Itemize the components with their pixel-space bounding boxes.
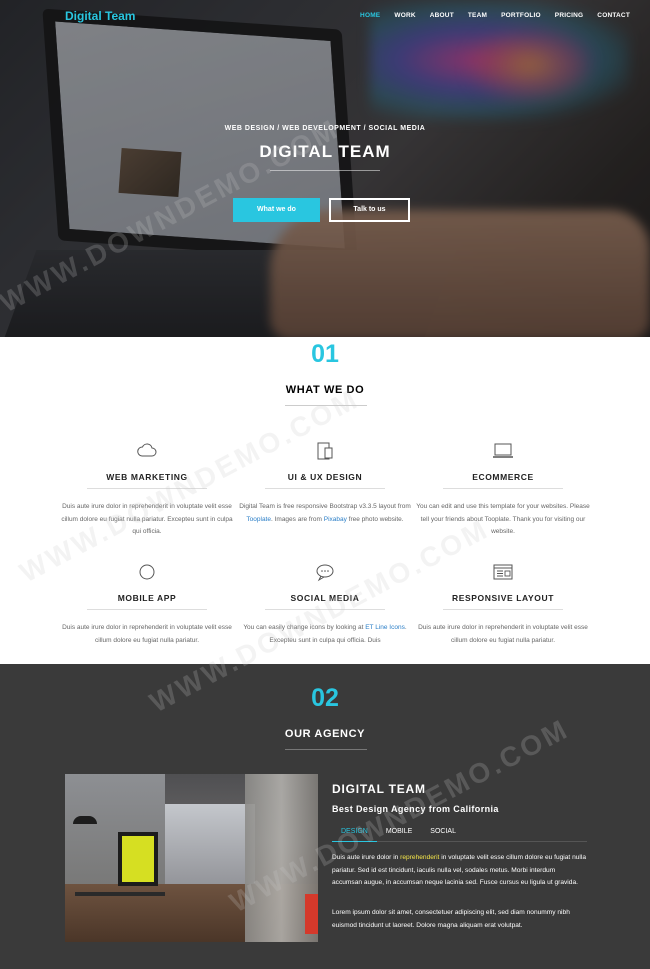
service-name: WEB MARKETING bbox=[106, 472, 188, 482]
nav-link-contact[interactable]: CONTACT bbox=[597, 12, 630, 19]
agency-paragraph-1: Duis aute irure dolor in reprehenderit i… bbox=[332, 854, 587, 886]
mobile-icon bbox=[314, 440, 336, 462]
service-ecommerce: ECOMMERCE You can edit and use this temp… bbox=[413, 440, 593, 539]
what-we-do-button[interactable]: What we do bbox=[233, 198, 320, 222]
section-number: 02 bbox=[311, 684, 339, 712]
hero-banner: Digital Team HOME WORK ABOUT TEAM PORTFO… bbox=[0, 0, 650, 337]
service-name: UI & UX DESIGN bbox=[287, 472, 363, 482]
tab-design[interactable]: DESIGN bbox=[332, 824, 377, 842]
pixabay-link[interactable]: Pixabay bbox=[324, 516, 347, 523]
hero-subtitle: WEB DESIGN / WEB DEVELOPMENT / SOCIAL ME… bbox=[224, 125, 426, 132]
agency-office-photo bbox=[65, 774, 318, 942]
tab-social[interactable]: SOCIAL bbox=[421, 824, 465, 842]
nav-link-work[interactable]: WORK bbox=[394, 12, 415, 19]
chat-icon bbox=[314, 561, 336, 583]
service-divider bbox=[443, 609, 563, 610]
service-name: RESPONSIVE LAYOUT bbox=[452, 593, 554, 603]
nav-link-about[interactable]: ABOUT bbox=[430, 12, 454, 19]
nav-link-portfolio[interactable]: PORTFOLIO bbox=[501, 12, 541, 19]
agency-tabs: DESIGN MOBILE SOCIAL bbox=[332, 824, 587, 842]
service-divider bbox=[87, 609, 207, 610]
service-description: You can edit and use this template for y… bbox=[416, 503, 590, 535]
agency-heading: DIGITAL TEAM bbox=[332, 782, 426, 796]
service-name: SOCIAL MEDIA bbox=[290, 593, 360, 603]
agency-paragraph-2: Lorem ipsum dolor sit amet, consectetuer… bbox=[332, 909, 570, 929]
compass-icon bbox=[136, 561, 158, 583]
cloud-icon bbox=[136, 440, 158, 462]
service-ui-ux-design: UI & UX DESIGN Digital Team is free resp… bbox=[235, 440, 415, 526]
nav-links: HOME WORK ABOUT TEAM PORTFOLIO PRICING C… bbox=[346, 12, 630, 19]
layout-icon bbox=[492, 561, 514, 583]
service-social-media: SOCIAL MEDIA You can easily change icons… bbox=[235, 561, 415, 647]
service-description: Duis aute irure dolor in reprehenderit i… bbox=[62, 624, 232, 644]
hero-divider bbox=[270, 170, 380, 171]
service-description: You can easily change icons by looking a… bbox=[243, 624, 407, 644]
service-divider bbox=[443, 488, 563, 489]
top-navbar: Digital Team HOME WORK ABOUT TEAM PORTFO… bbox=[0, 0, 650, 32]
hero-title: DIGITAL TEAM bbox=[259, 142, 391, 161]
service-mobile-app: MOBILE APP Duis aute irure dolor in repr… bbox=[57, 561, 237, 647]
service-description: Duis aute irure dolor in reprehenderit i… bbox=[61, 503, 233, 535]
service-web-marketing: WEB MARKETING Duis aute irure dolor in r… bbox=[57, 440, 237, 539]
section-divider bbox=[285, 405, 367, 406]
nav-link-pricing[interactable]: PRICING bbox=[555, 12, 584, 19]
service-divider bbox=[265, 488, 385, 489]
agency-section: 02 OUR AGENCY DIGITAL TEAM Best Design A… bbox=[0, 664, 650, 969]
service-responsive-layout: RESPONSIVE LAYOUT Duis aute irure dolor … bbox=[413, 561, 593, 647]
agency-subheading: Best Design Agency from California bbox=[332, 804, 499, 814]
service-description: Duis aute irure dolor in reprehenderit i… bbox=[418, 624, 588, 644]
talk-to-us-button[interactable]: Talk to us bbox=[329, 198, 410, 222]
highlighted-text: reprehenderit bbox=[400, 854, 440, 861]
service-name: MOBILE APP bbox=[117, 593, 177, 603]
section-title: OUR AGENCY bbox=[284, 728, 366, 740]
hero-overlay bbox=[0, 0, 650, 337]
section-title: WHAT WE DO bbox=[285, 384, 365, 396]
et-line-icons-link[interactable]: ET Line Icons bbox=[365, 624, 405, 631]
tooplate-link[interactable]: Tooplate bbox=[246, 516, 271, 523]
service-divider bbox=[87, 488, 207, 489]
laptop-icon bbox=[492, 440, 514, 462]
service-divider bbox=[265, 609, 385, 610]
brand-logo[interactable]: Digital Team bbox=[65, 9, 135, 23]
nav-link-team[interactable]: TEAM bbox=[468, 12, 487, 19]
service-description: Digital Team is free responsive Bootstra… bbox=[239, 503, 411, 523]
nav-link-home[interactable]: HOME bbox=[360, 12, 380, 19]
section-number: 01 bbox=[311, 340, 339, 368]
section-divider bbox=[285, 749, 367, 750]
service-name: ECOMMERCE bbox=[472, 472, 534, 482]
tab-mobile[interactable]: MOBILE bbox=[377, 824, 421, 842]
